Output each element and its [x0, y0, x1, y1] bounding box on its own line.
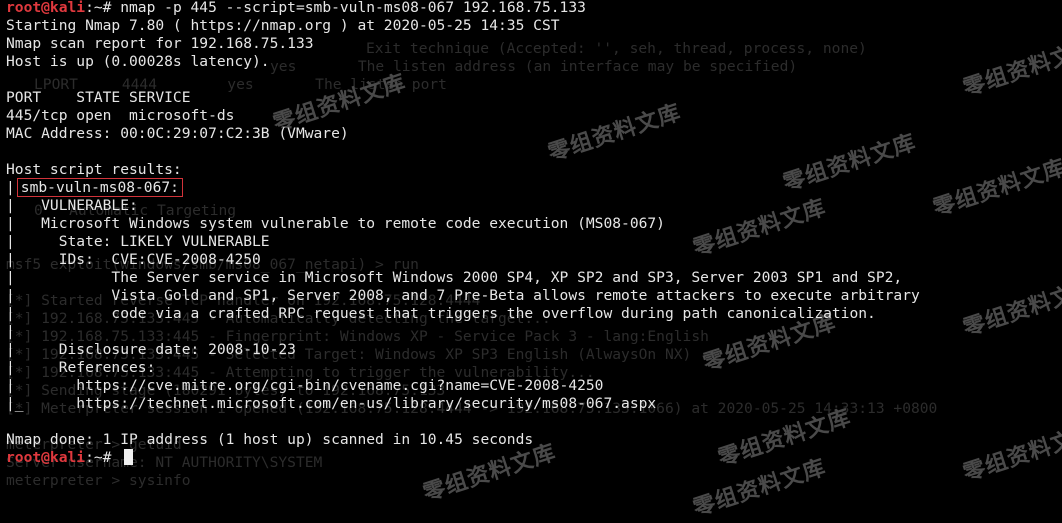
prompt-line: root@kali:~# nmap -p 445 --script=smb-vu…	[6, 0, 920, 17]
ghost-line: meterpreter > sysinfo	[6, 472, 191, 489]
prompt-user: root@kali	[6, 449, 86, 466]
watermark: 零组资料文库	[960, 420, 1062, 487]
highlighted-script-name: smb-vuln-ms08-067:	[16, 178, 183, 197]
output-line: | Microsoft Windows system vulnerable to…	[6, 215, 665, 232]
pipe-prefix: |	[6, 179, 15, 196]
reference-link-line: |_ https://technet.microsoft.com/en-us/l…	[6, 395, 657, 412]
output-line: Host script results:	[6, 161, 182, 178]
output-line: |	[6, 323, 15, 340]
watermark: 零组资料文库	[930, 155, 1062, 222]
reference-link-line: | https://cve.mitre.org/cgi-bin/cvename.…	[6, 377, 604, 394]
output-line: | VULNERABLE:	[6, 197, 138, 214]
output-line: MAC Address: 00:0C:29:07:C2:3B (VMware)	[6, 125, 349, 142]
output-line: | State: LIKELY VULNERABLE	[6, 233, 270, 250]
command-text: nmap -p 445 --script=smb-vuln-ms08-067 1…	[120, 0, 586, 16]
output-line: | IDs: CVE:CVE-2008-4250	[6, 251, 261, 268]
prompt-user: root@kali	[6, 0, 86, 16]
output-line: Nmap done: 1 IP address (1 host up) scan…	[6, 431, 534, 448]
terminal-output[interactable]: root@kali:~# nmap -p 445 --script=smb-vu…	[6, 0, 920, 467]
prompt-line[interactable]: root@kali:~#	[6, 449, 920, 467]
watermark: 零组资料文库	[960, 275, 1062, 342]
output-line: | Disclosure date: 2008-10-23	[6, 341, 296, 358]
output-line: | code via a crafted RPC request that tr…	[6, 305, 876, 322]
output-line: PORT STATE SERVICE	[6, 89, 191, 106]
prompt-separator: :~#	[85, 0, 121, 16]
script-name-line: | smb-vuln-ms08-067:	[6, 178, 920, 197]
output-line: 445/tcp open microsoft-ds	[6, 107, 235, 124]
output-line: | The Server service in Microsoft Window…	[6, 269, 903, 286]
prompt-separator: :~#	[85, 449, 121, 466]
output-line: | References:	[6, 359, 156, 376]
text-cursor	[124, 449, 134, 465]
watermark: 零组资料文库	[960, 35, 1062, 102]
output-line: Nmap scan report for 192.168.75.133	[6, 35, 314, 52]
output-line: | Vista Gold and SP1, Server 2008, and 7…	[6, 287, 920, 304]
output-line: Host is up (0.00028s latency).	[6, 53, 270, 70]
output-line: Starting Nmap 7.80 ( https://nmap.org ) …	[6, 17, 560, 34]
